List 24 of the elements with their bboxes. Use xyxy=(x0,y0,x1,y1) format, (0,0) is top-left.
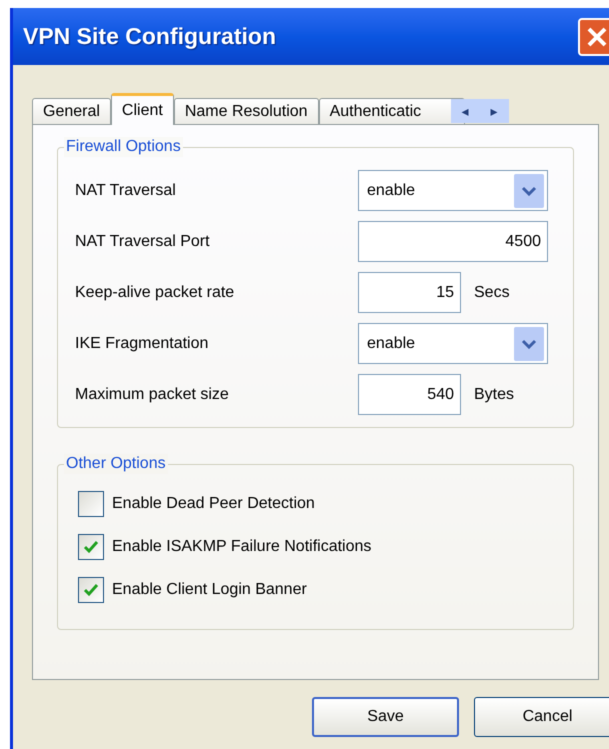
unit-label: Secs xyxy=(474,282,510,302)
tab[interactable]: Client xyxy=(110,93,174,125)
dropdown[interactable]: enable xyxy=(358,323,548,364)
cancel-button[interactable]: Cancel xyxy=(474,697,609,737)
checkbox-label: Enable Dead Peer Detection xyxy=(112,494,315,514)
save-button[interactable]: Save xyxy=(312,697,459,737)
tab[interactable]: Name Resolution xyxy=(174,98,319,124)
checkbox-label: Enable Client Login Banner xyxy=(112,580,307,600)
field-label: NAT Traversal xyxy=(75,180,177,200)
group-title: Other Options xyxy=(64,454,168,474)
dropdown[interactable]: enable xyxy=(358,170,548,211)
scroll-right-button[interactable]: ▸ xyxy=(480,99,509,123)
field-label: Keep-alive packet rate xyxy=(75,282,236,302)
tab[interactable]: General xyxy=(32,98,111,124)
unit-label: Bytes xyxy=(474,384,514,404)
input-field[interactable]: 540 xyxy=(358,374,461,415)
checkbox-label: Enable ISAKMP Failure Notifications xyxy=(112,537,372,557)
group-title: Firewall Options xyxy=(64,137,183,157)
input-field[interactable]: 15 xyxy=(358,272,461,313)
field-label: IKE Fragmentation xyxy=(75,334,210,354)
field-label: Maximum packet size xyxy=(75,384,230,404)
window-title: VPN Site Configuration xyxy=(23,22,276,52)
field-label: NAT Traversal Port xyxy=(75,232,211,252)
input-field[interactable]: 4500 xyxy=(358,221,548,262)
